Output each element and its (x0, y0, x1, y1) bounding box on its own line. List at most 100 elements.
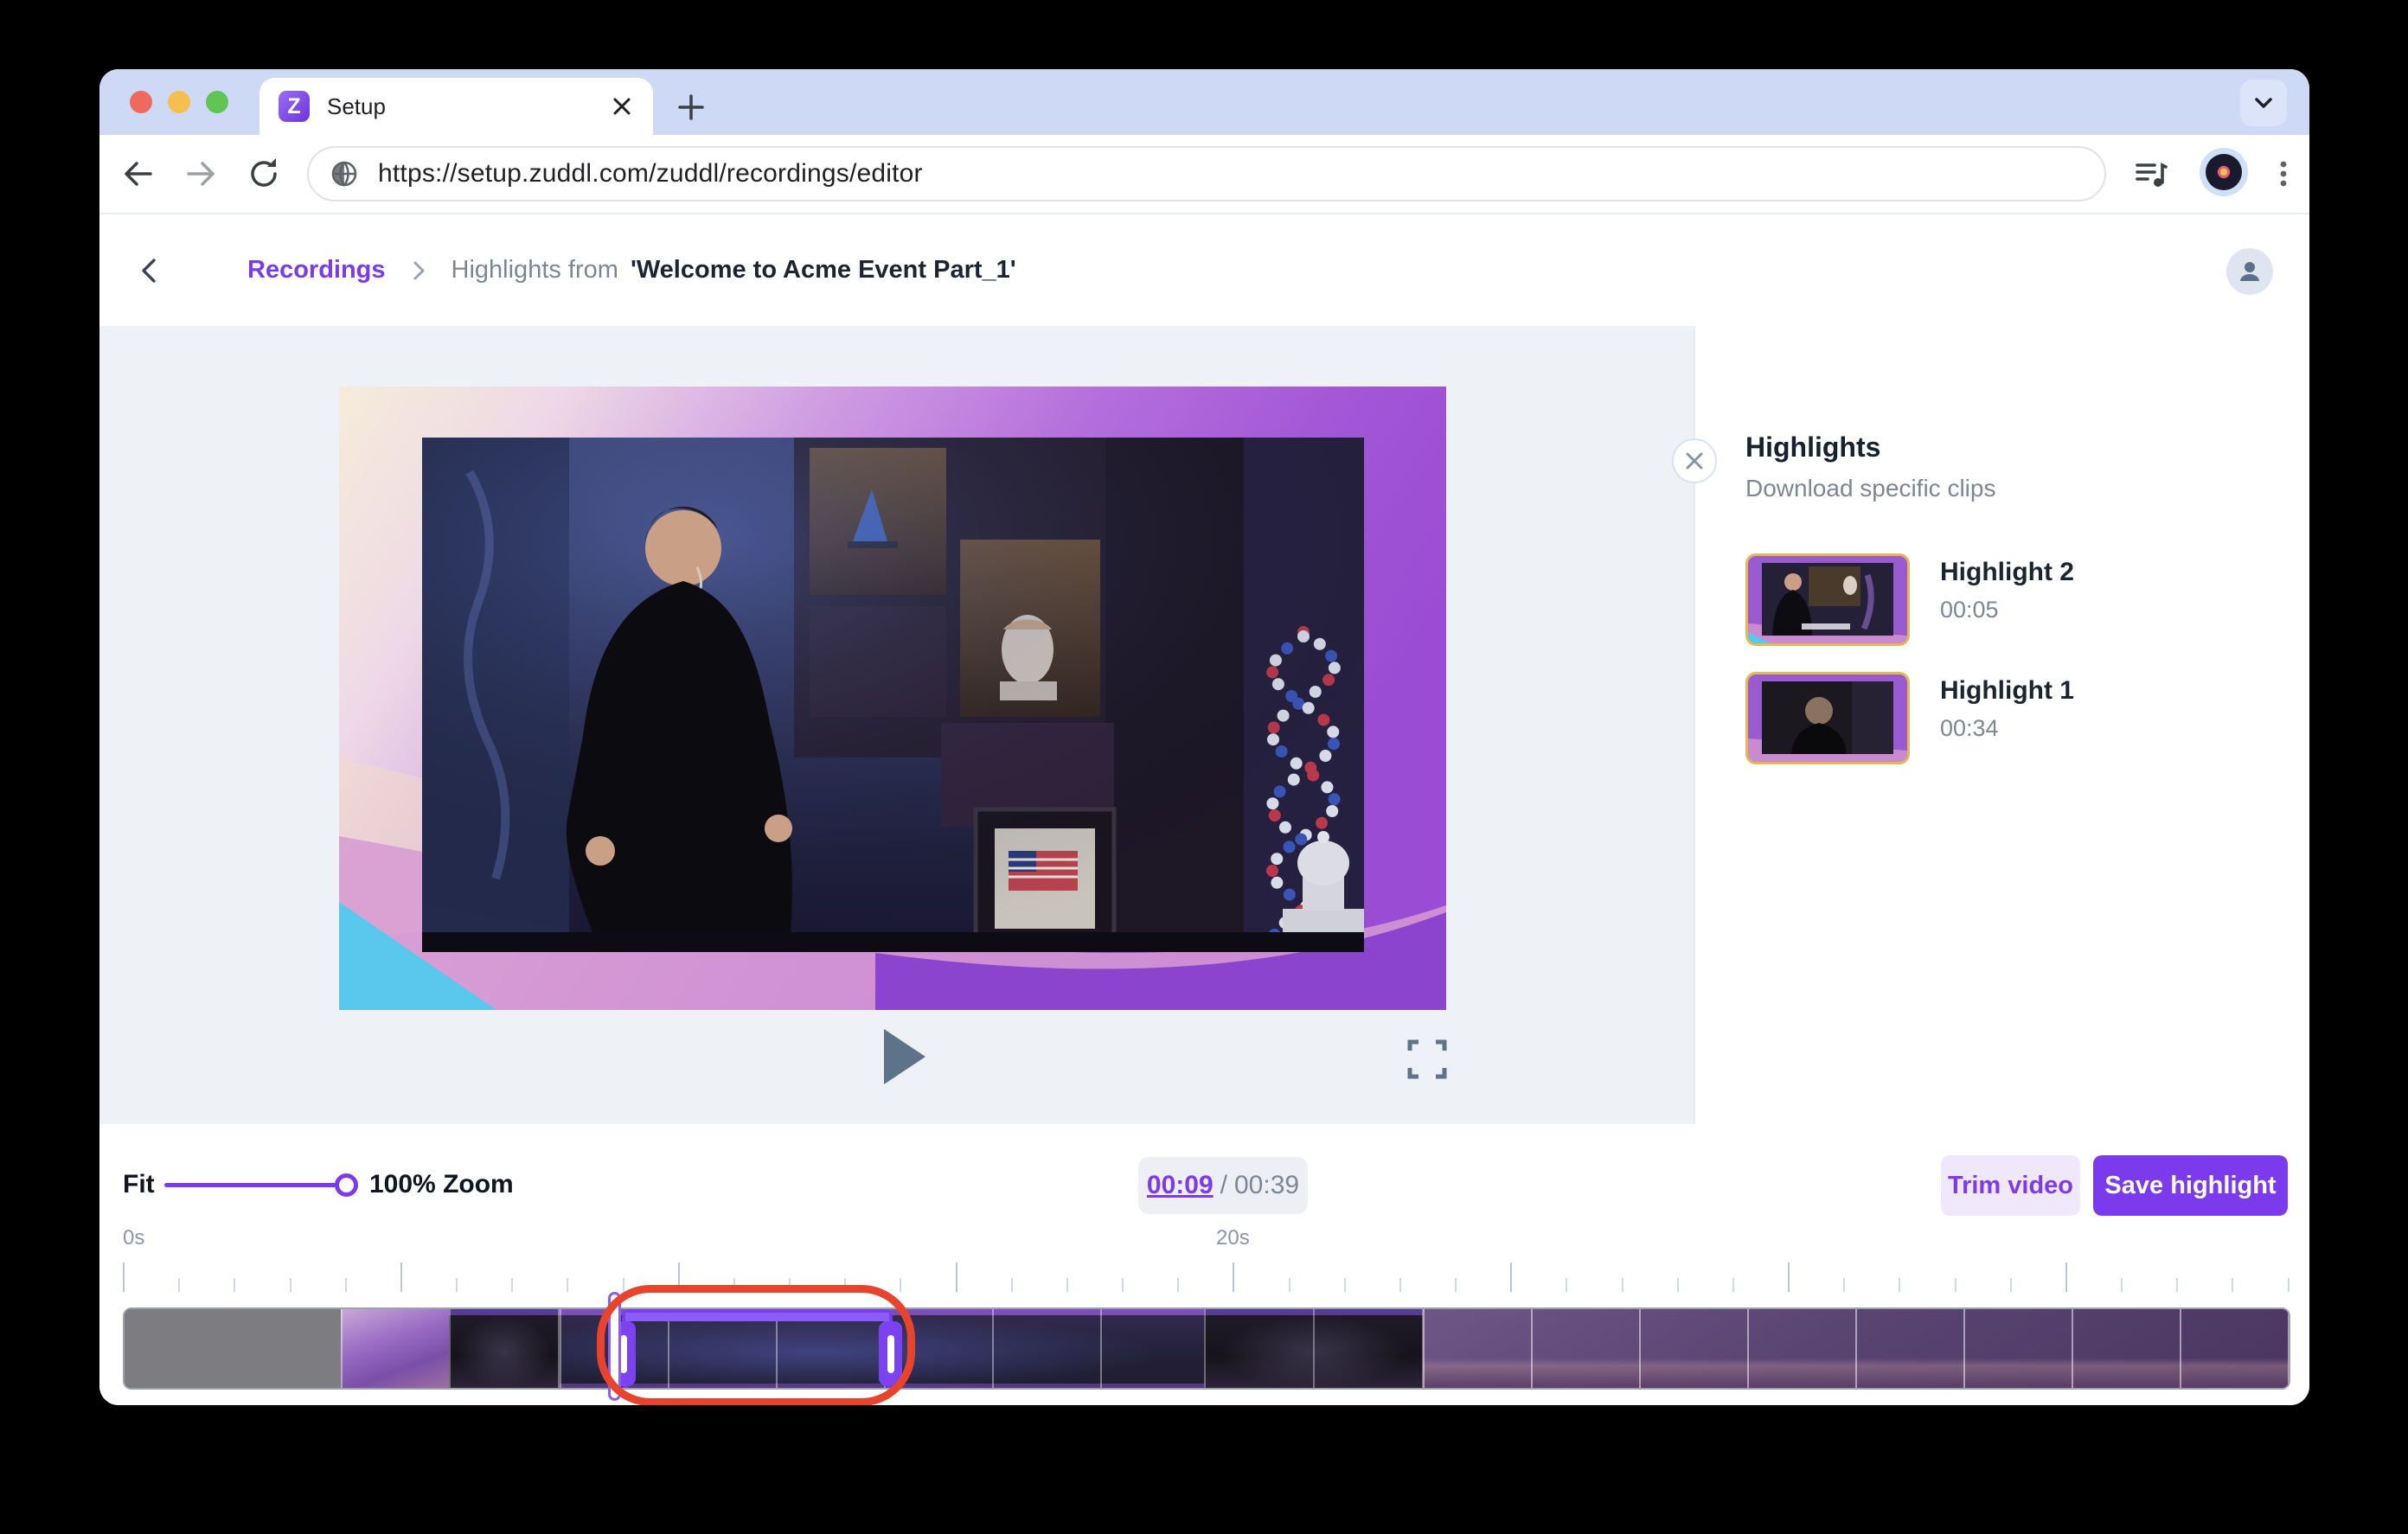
trim-video-button[interactable]: Trim video (1941, 1155, 2080, 1216)
sidebar-close-button[interactable] (1672, 438, 1717, 483)
tab-title: Setup (327, 93, 610, 120)
app-header: Recordings Highlights from 'Welcome to A… (99, 213, 2309, 326)
ruler-tick (1399, 1278, 1401, 1292)
ruler-tick (1122, 1278, 1124, 1292)
ruler-tick (2288, 1278, 2290, 1292)
ruler-tick (400, 1262, 402, 1292)
browser-toolbar: https://setup.zuddl.com/zuddl/recordings… (99, 135, 2309, 213)
url-bar[interactable]: https://setup.zuddl.com/zuddl/recordings… (307, 146, 2106, 201)
breadcrumb-recording-title: 'Welcome to Acme Event Part_1' (631, 256, 1016, 284)
macos-minimize-button[interactable] (168, 91, 190, 113)
browser-tab[interactable]: Z Setup (259, 78, 653, 135)
playhead[interactable] (608, 1292, 621, 1401)
browser-window: Z Setup https://setup.zuddl.com/zuddl/re… (99, 69, 2309, 1405)
zoom-slider-knob[interactable] (335, 1173, 358, 1197)
save-highlight-button[interactable]: Save highlight (2093, 1155, 2288, 1216)
ruler-tick (1066, 1278, 1068, 1292)
ruler-tick (1955, 1278, 1956, 1292)
highlight-1-duration: 00:34 (1940, 715, 1999, 742)
zuddl-favicon: Z (279, 91, 310, 122)
back-icon[interactable] (115, 150, 162, 197)
vinyl-record-avatar-image (2206, 154, 2242, 190)
ruler-tick (567, 1278, 568, 1292)
highlight-2-duration: 00:05 (1940, 597, 1999, 623)
ruler-tick (178, 1278, 180, 1292)
ruler-tick (789, 1278, 791, 1292)
time-separator: / (1220, 1171, 1227, 1200)
fullscreen-icon[interactable] (1403, 1033, 1451, 1085)
trim-handle-right[interactable] (879, 1321, 902, 1386)
ruler-tick (844, 1278, 846, 1292)
ruler-tick (1622, 1278, 1623, 1292)
highlight-1-name: Highlight 1 (1940, 676, 2074, 706)
forward-icon[interactable] (177, 150, 224, 197)
ruler-tick (2176, 1278, 2178, 1292)
timeline-ruler: 0s20s (123, 1226, 2290, 1292)
ruler-tick (290, 1278, 291, 1292)
tab-strip: Z Setup (99, 69, 2309, 135)
ruler-tick (1289, 1278, 1290, 1292)
highlight-2-thumb-image (1748, 556, 1907, 643)
total-time: 00:39 (1234, 1171, 1299, 1200)
screenshot-stage: Z Setup https://setup.zuddl.com/zuddl/re… (0, 0, 2408, 1534)
ruler-tick (1566, 1278, 1567, 1292)
play-button[interactable] (875, 1022, 932, 1091)
ruler-tick (1732, 1278, 1734, 1292)
ruler-tick (956, 1262, 957, 1292)
timeline-panel: Fit 100% Zoom 00:09 / 00:39 Trim video S… (99, 1124, 2309, 1405)
macos-zoom-button[interactable] (206, 91, 228, 113)
tab-search-button[interactable] (2240, 80, 2287, 126)
ruler-tick (1344, 1278, 1346, 1292)
browser-menu-kebab-icon[interactable] (2260, 150, 2307, 197)
ruler-tick (2065, 1262, 2067, 1292)
ruler-tick (2121, 1278, 2123, 1292)
ruler-tick (1843, 1278, 1845, 1292)
ruler-tick (456, 1278, 458, 1292)
ruler-tick (2010, 1278, 2012, 1292)
ruler-tick (678, 1262, 680, 1292)
highlight-1-thumb-image (1748, 674, 1907, 762)
ruler-tick (234, 1278, 235, 1292)
video-canvas[interactable] (339, 387, 1446, 1010)
person-icon (2235, 257, 2264, 286)
ruler-tick (1455, 1278, 1457, 1292)
ruler-tick (1510, 1262, 1512, 1292)
reload-icon[interactable] (240, 150, 287, 197)
user-avatar-button[interactable] (2226, 248, 2273, 295)
filmstrip-segment-wallpaper_dim (1423, 1309, 2290, 1388)
ruler-tick (733, 1278, 735, 1292)
filmstrip-segment-closeup (1204, 1309, 1423, 1388)
close-icon (1683, 450, 1706, 472)
page-back-chevron-icon[interactable] (134, 255, 165, 286)
ruler-tick (345, 1278, 347, 1292)
breadcrumb-recordings-link[interactable]: Recordings (247, 256, 386, 284)
profile-avatar[interactable] (2200, 148, 2248, 196)
ruler-label: 20s (1216, 1226, 1250, 1250)
ruler-tick (623, 1278, 624, 1292)
video-frame (422, 438, 1364, 952)
ruler-tick (1677, 1278, 1679, 1292)
highlight-2-thumbnail[interactable] (1745, 553, 1910, 646)
new-tab-button[interactable] (672, 88, 710, 126)
ruler-tick (511, 1278, 513, 1292)
zoom-level-label: 100% Zoom (369, 1170, 514, 1199)
tab-close-icon[interactable] (610, 94, 634, 118)
zoom-slider-track[interactable] (164, 1183, 346, 1187)
current-time-link[interactable]: 00:09 (1147, 1171, 1214, 1200)
filmstrip-segment-wallpaper (341, 1309, 449, 1388)
macos-close-button[interactable] (130, 91, 152, 113)
ruler-tick (1233, 1262, 1234, 1292)
media-controls-icon[interactable] (2128, 150, 2174, 197)
player-area (99, 326, 1694, 1124)
filmstrip[interactable] (123, 1307, 2290, 1390)
site-info-globe-icon[interactable] (330, 159, 359, 189)
ruler-tick (1788, 1262, 1790, 1292)
time-display: 00:09 / 00:39 (1138, 1157, 1308, 1214)
fit-label: Fit (123, 1170, 155, 1199)
highlight-1-thumbnail[interactable] (1745, 672, 1910, 764)
trim-selection[interactable] (622, 1309, 893, 1390)
breadcrumb: Recordings Highlights from 'Welcome to A… (204, 256, 1016, 284)
sidebar-subtitle: Download specific clips (1745, 475, 1995, 502)
breadcrumb-context: Highlights from (452, 256, 618, 284)
ruler-tick (1177, 1278, 1179, 1292)
